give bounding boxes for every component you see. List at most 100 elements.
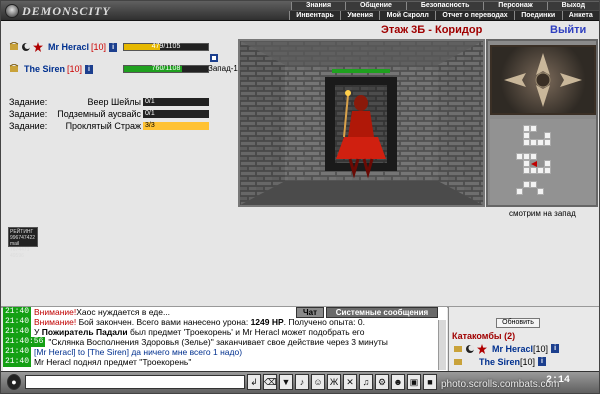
logo: DEMONSCITY	[5, 3, 111, 19]
message-text: Бой закончен. Всего вами нанесено урона:	[76, 317, 251, 327]
arrow-right-icon	[560, 73, 582, 87]
member-level: [10]	[533, 343, 549, 354]
exit-link[interactable]: Выйти	[550, 24, 586, 36]
message-time: 21:40	[3, 307, 32, 317]
chat-message: 21:40 Внимание! Бой закончен. Всего вами …	[3, 317, 447, 327]
stats-line: 49596	[10, 253, 24, 259]
quest-name[interactable]: Проклятый Страж	[61, 121, 141, 131]
top-bar: DEMONSCITY Знания Общение Безопасность П…	[1, 1, 599, 21]
quest-progress-bar: 0/1	[143, 110, 209, 118]
channel-toggle-icon[interactable]: ●	[7, 374, 21, 390]
quest-name[interactable]: Веер Шейлы	[61, 97, 141, 107]
filter-icon[interactable]: ▼	[279, 374, 293, 390]
menu-character[interactable]: Персонаж	[483, 2, 547, 10]
music-icon[interactable]: ♫	[359, 374, 373, 390]
location-title: Катакомбы (2)	[452, 331, 516, 341]
clan-emblem-icon	[454, 345, 462, 352]
hp-bar-player-1: 479/1105	[123, 43, 209, 51]
player-name[interactable]: Mr Heracl	[48, 42, 89, 52]
player-info-icon[interactable]: i	[109, 42, 118, 52]
message-time: 21:40:56	[3, 337, 46, 347]
hp-text: 479/1105	[151, 43, 181, 50]
menu-my-scroll[interactable]: Мой Скролл	[379, 11, 436, 20]
menu-transfers-report[interactable]: Отчет о переводах	[435, 11, 514, 20]
player-marker-icon	[531, 161, 537, 167]
quest-progress-text: 0/1	[145, 110, 155, 117]
room-title: Этаж 3Б - Коридор	[381, 24, 483, 36]
quest-row: Задание:	[9, 121, 61, 131]
clear-icon[interactable]: ✕	[343, 374, 357, 390]
lock-icon[interactable]: ■	[423, 374, 437, 390]
player-level: [10]	[67, 64, 83, 74]
refresh-button[interactable]: Обновить	[496, 318, 540, 328]
menu-skills[interactable]: Умения	[340, 11, 380, 20]
arrow-up-icon	[536, 53, 550, 75]
menu-fights[interactable]: Поединки	[513, 11, 562, 20]
sound-icon[interactable]: ♪	[295, 374, 309, 390]
player-name[interactable]: The Siren	[24, 64, 65, 74]
quest-row: Задание:	[9, 97, 61, 107]
chat-message: 21:40 Mr Heracl поднял предмет "Трoекорен…	[3, 357, 447, 367]
member-info-icon[interactable]: i	[551, 344, 560, 353]
dice-icon[interactable]: ▣	[407, 374, 421, 390]
menu-inventory[interactable]: Инвентарь	[289, 11, 341, 20]
smile-icon[interactable]: ☺	[311, 374, 325, 390]
chat-scrollbar[interactable]	[438, 320, 446, 370]
arrow-left-icon	[504, 73, 526, 87]
chat-settings-icon[interactable]: ⚙	[375, 374, 389, 390]
quest-label: Задание:	[9, 121, 48, 131]
message-time: 21:40	[3, 327, 32, 337]
quest-progress-text: 0/1	[145, 98, 155, 105]
corridor-scene	[240, 41, 483, 205]
player-row-1: Mr Heracl [10] i	[9, 40, 118, 54]
rating-line: РЕЙТИНГ 996747422	[10, 229, 36, 241]
moon-icon	[22, 43, 31, 51]
menu-exit[interactable]: Выход	[546, 2, 599, 10]
quest-name[interactable]: Подземный аусвайс	[51, 109, 141, 119]
menu-knowledge[interactable]: Знания	[291, 2, 346, 10]
menu-security[interactable]: Безопасность	[405, 2, 484, 10]
message-text: Mr Heracl поднял предмет "Трoекорень"	[34, 357, 192, 367]
message-text: У	[34, 327, 42, 337]
message-prefix: Внимание!	[34, 307, 77, 317]
message-tail: . Получено опыта: 0.	[283, 317, 365, 327]
logo-text: DEMONSCITY	[22, 3, 111, 18]
quest-progress-bar: 3/3	[143, 122, 209, 130]
dungeon-view[interactable]	[238, 39, 485, 207]
message-text: Хаос нуждается в еде...	[76, 307, 171, 317]
tab-system-messages[interactable]: Системные сообщения	[326, 307, 438, 318]
chat-input[interactable]	[25, 375, 245, 389]
member-info-icon[interactable]: i	[538, 357, 547, 366]
message-text[interactable]: [Mr Heracl] to [The Siren] да ничего мне…	[34, 347, 242, 357]
chat-message: 21:40:56 "Склянка Восполнения Здоровья (З…	[3, 337, 447, 347]
clan-emblem-icon	[9, 42, 19, 50]
main-menu-row2: Инвентарь Умения Мой Скролл Отчет о пере…	[289, 11, 599, 20]
eraser-icon[interactable]: ⌫	[263, 374, 277, 390]
dungeon-map[interactable]	[490, 119, 596, 205]
member-name[interactable]: Mr Heracl	[492, 344, 533, 354]
rating-box[interactable]: РЕЙТИНГ 996747422 mail 7674471 49596	[8, 227, 38, 259]
arrow-down-icon	[536, 85, 550, 107]
message-prefix: Внимание!	[34, 317, 77, 327]
quest-progress-text: 3/3	[145, 122, 155, 129]
translit-icon[interactable]: Ж	[327, 374, 341, 390]
skull-icon	[5, 4, 19, 18]
emoticons-icon[interactable]: ☻	[391, 374, 405, 390]
menu-profile[interactable]: Анкета	[561, 11, 599, 20]
member-level: [10]	[520, 356, 536, 367]
mail-line: mail 7674471	[10, 241, 30, 253]
minimap-panel	[486, 39, 598, 207]
moon-icon	[466, 344, 475, 353]
compass[interactable]	[490, 45, 596, 115]
send-icon[interactable]: ↲	[247, 374, 261, 390]
player-info-icon[interactable]: i	[85, 64, 94, 74]
menu-communication[interactable]: Общение	[345, 2, 406, 10]
clan-emblem-icon	[9, 64, 19, 72]
message-bold: Пожиратель Падали	[41, 327, 128, 337]
quest-label: Задание:	[9, 97, 48, 107]
game-window: DEMONSCITY Знания Общение Безопасность П…	[0, 0, 600, 394]
tab-chat[interactable]: Чат	[296, 307, 324, 318]
location-panel: Обновить Катакомбы (2) Mr Heracl [10] i …	[448, 307, 599, 371]
hp-text: 760/1108	[151, 65, 181, 72]
member-name[interactable]: The Siren	[479, 357, 520, 367]
